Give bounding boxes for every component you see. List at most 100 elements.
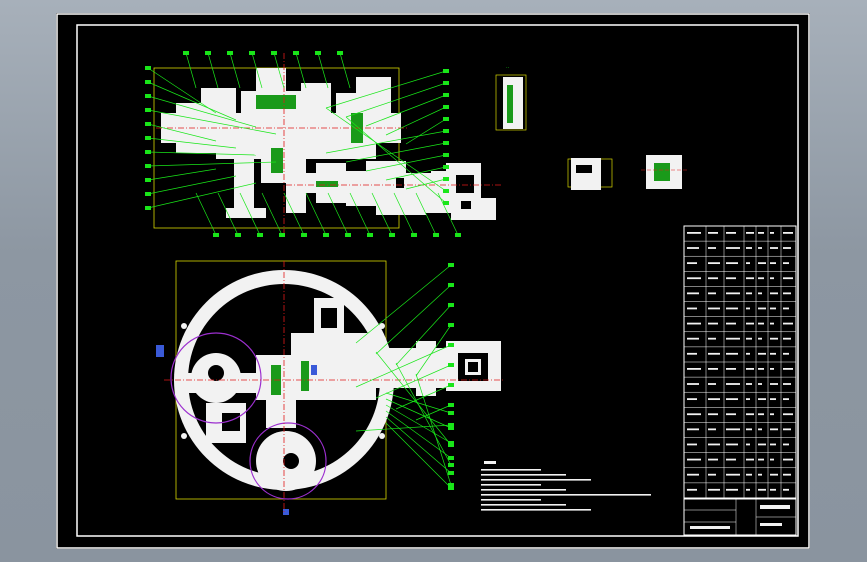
parts-cell-text: [783, 322, 793, 325]
note-line: [481, 484, 541, 486]
balloon-tag: [213, 233, 219, 237]
parts-cell-text: [770, 398, 776, 401]
parts-cell-text: [708, 443, 720, 446]
parts-cell-text: [746, 292, 752, 295]
balloon-tag: [145, 66, 151, 70]
parts-cell-text: [687, 398, 697, 401]
balloon-tag: [448, 426, 454, 430]
parts-cell-text: [726, 322, 736, 325]
balloon-tag: [279, 233, 285, 237]
detail-view-c: [641, 155, 688, 189]
leader-line: [147, 168, 217, 181]
parts-cell-text: [687, 473, 699, 476]
parts-cell-text: [708, 413, 718, 416]
parts-cell-text: [770, 383, 778, 385]
parts-cell-text: [687, 383, 699, 385]
parts-cell-text: [758, 277, 764, 280]
balloon-tag: [301, 233, 307, 237]
parts-cell-text: [708, 428, 716, 431]
parts-cell-text: [783, 247, 791, 249]
parts-cell-text: [770, 352, 776, 355]
parts-cell-text: [746, 322, 754, 325]
parts-cell-text: [708, 322, 718, 325]
parts-cell-text: [726, 368, 736, 370]
technical-notes: [481, 461, 651, 511]
parts-cell-text: [687, 413, 701, 416]
parts-cell-text: [770, 307, 776, 310]
balloon-tag: [455, 233, 461, 237]
parts-cell-text: [783, 337, 791, 340]
balloon-tag: [345, 233, 351, 237]
parts-cell-text: [687, 488, 697, 491]
svg-text:··: ··: [506, 65, 510, 71]
parts-cell-text: [726, 307, 738, 310]
parts-cell-text: [708, 398, 720, 401]
parts-cell-text: [708, 277, 718, 280]
parts-cell-text: [687, 428, 699, 431]
balloon-tag: [145, 206, 151, 210]
balloon-tag: [448, 303, 454, 307]
parts-cell-text: [746, 307, 750, 310]
parts-cell-text: [726, 383, 740, 385]
balloon-tag: [448, 363, 454, 367]
parts-cell-text: [783, 292, 791, 295]
parts-cell-text: [708, 352, 720, 355]
leader-line: [147, 175, 237, 195]
parts-cell-text: [770, 322, 774, 325]
balloon-tag: [145, 108, 151, 112]
balloon-tag: [315, 51, 321, 55]
parts-cell-text: [758, 488, 766, 491]
balloon-tag: [257, 233, 263, 237]
leader-line: [185, 52, 197, 89]
balloon-tag: [448, 403, 454, 407]
parts-cell-text: [708, 292, 716, 295]
parts-cell-text: [708, 337, 716, 340]
balloon-tag: [271, 51, 277, 55]
note-line: [481, 489, 566, 491]
note-line: [481, 499, 541, 501]
parts-cell-text: [687, 458, 701, 461]
parts-cell-text: [726, 473, 740, 476]
parts-cell-text: [770, 277, 774, 280]
parts-cell-text: [783, 277, 793, 280]
parts-cell-text: [726, 443, 738, 446]
balloon-tag: [448, 486, 454, 490]
parts-cell-text: [746, 383, 752, 385]
balloon-tag: [443, 129, 449, 133]
parts-cell-text: [783, 413, 793, 416]
balloon-tag: [448, 411, 454, 415]
parts-cell-text: [708, 232, 718, 234]
note-line: [481, 479, 591, 481]
parts-cell-text: [770, 292, 778, 295]
parts-cell-text: [783, 262, 789, 265]
parts-cell-text: [783, 307, 789, 310]
parts-cell-text: [726, 247, 740, 249]
balloon-tag: [443, 81, 449, 85]
balloon-tag: [145, 192, 151, 196]
balloon-tag: [389, 233, 395, 237]
balloon-tag: [443, 105, 449, 109]
leader-line: [207, 52, 219, 89]
parts-cell-text: [746, 458, 754, 461]
parts-cell-text: [746, 262, 750, 265]
balloon-tag: [443, 153, 449, 157]
parts-cell-text: [758, 473, 762, 476]
parts-cell-text: [746, 368, 754, 370]
balloon-tag: [448, 323, 454, 327]
parts-cell-text: [746, 473, 752, 476]
parts-cell-text: [758, 383, 762, 385]
balloon-tag: [145, 136, 151, 140]
parts-cell-text: [687, 307, 697, 310]
parts-cell-text: [783, 232, 793, 234]
parts-cell-text: [726, 488, 738, 491]
parts-list: [683, 225, 797, 499]
parts-cell-text: [770, 413, 774, 416]
parts-cell-text: [758, 368, 764, 370]
parts-cell-text: [770, 458, 774, 461]
parts-cell-text: [758, 262, 766, 265]
balloon-tag: [205, 51, 211, 55]
balloon-tag: [448, 471, 454, 475]
parts-cell-text: [726, 277, 736, 280]
parts-cell-text: [758, 398, 766, 401]
balloon-tag: [235, 233, 241, 237]
